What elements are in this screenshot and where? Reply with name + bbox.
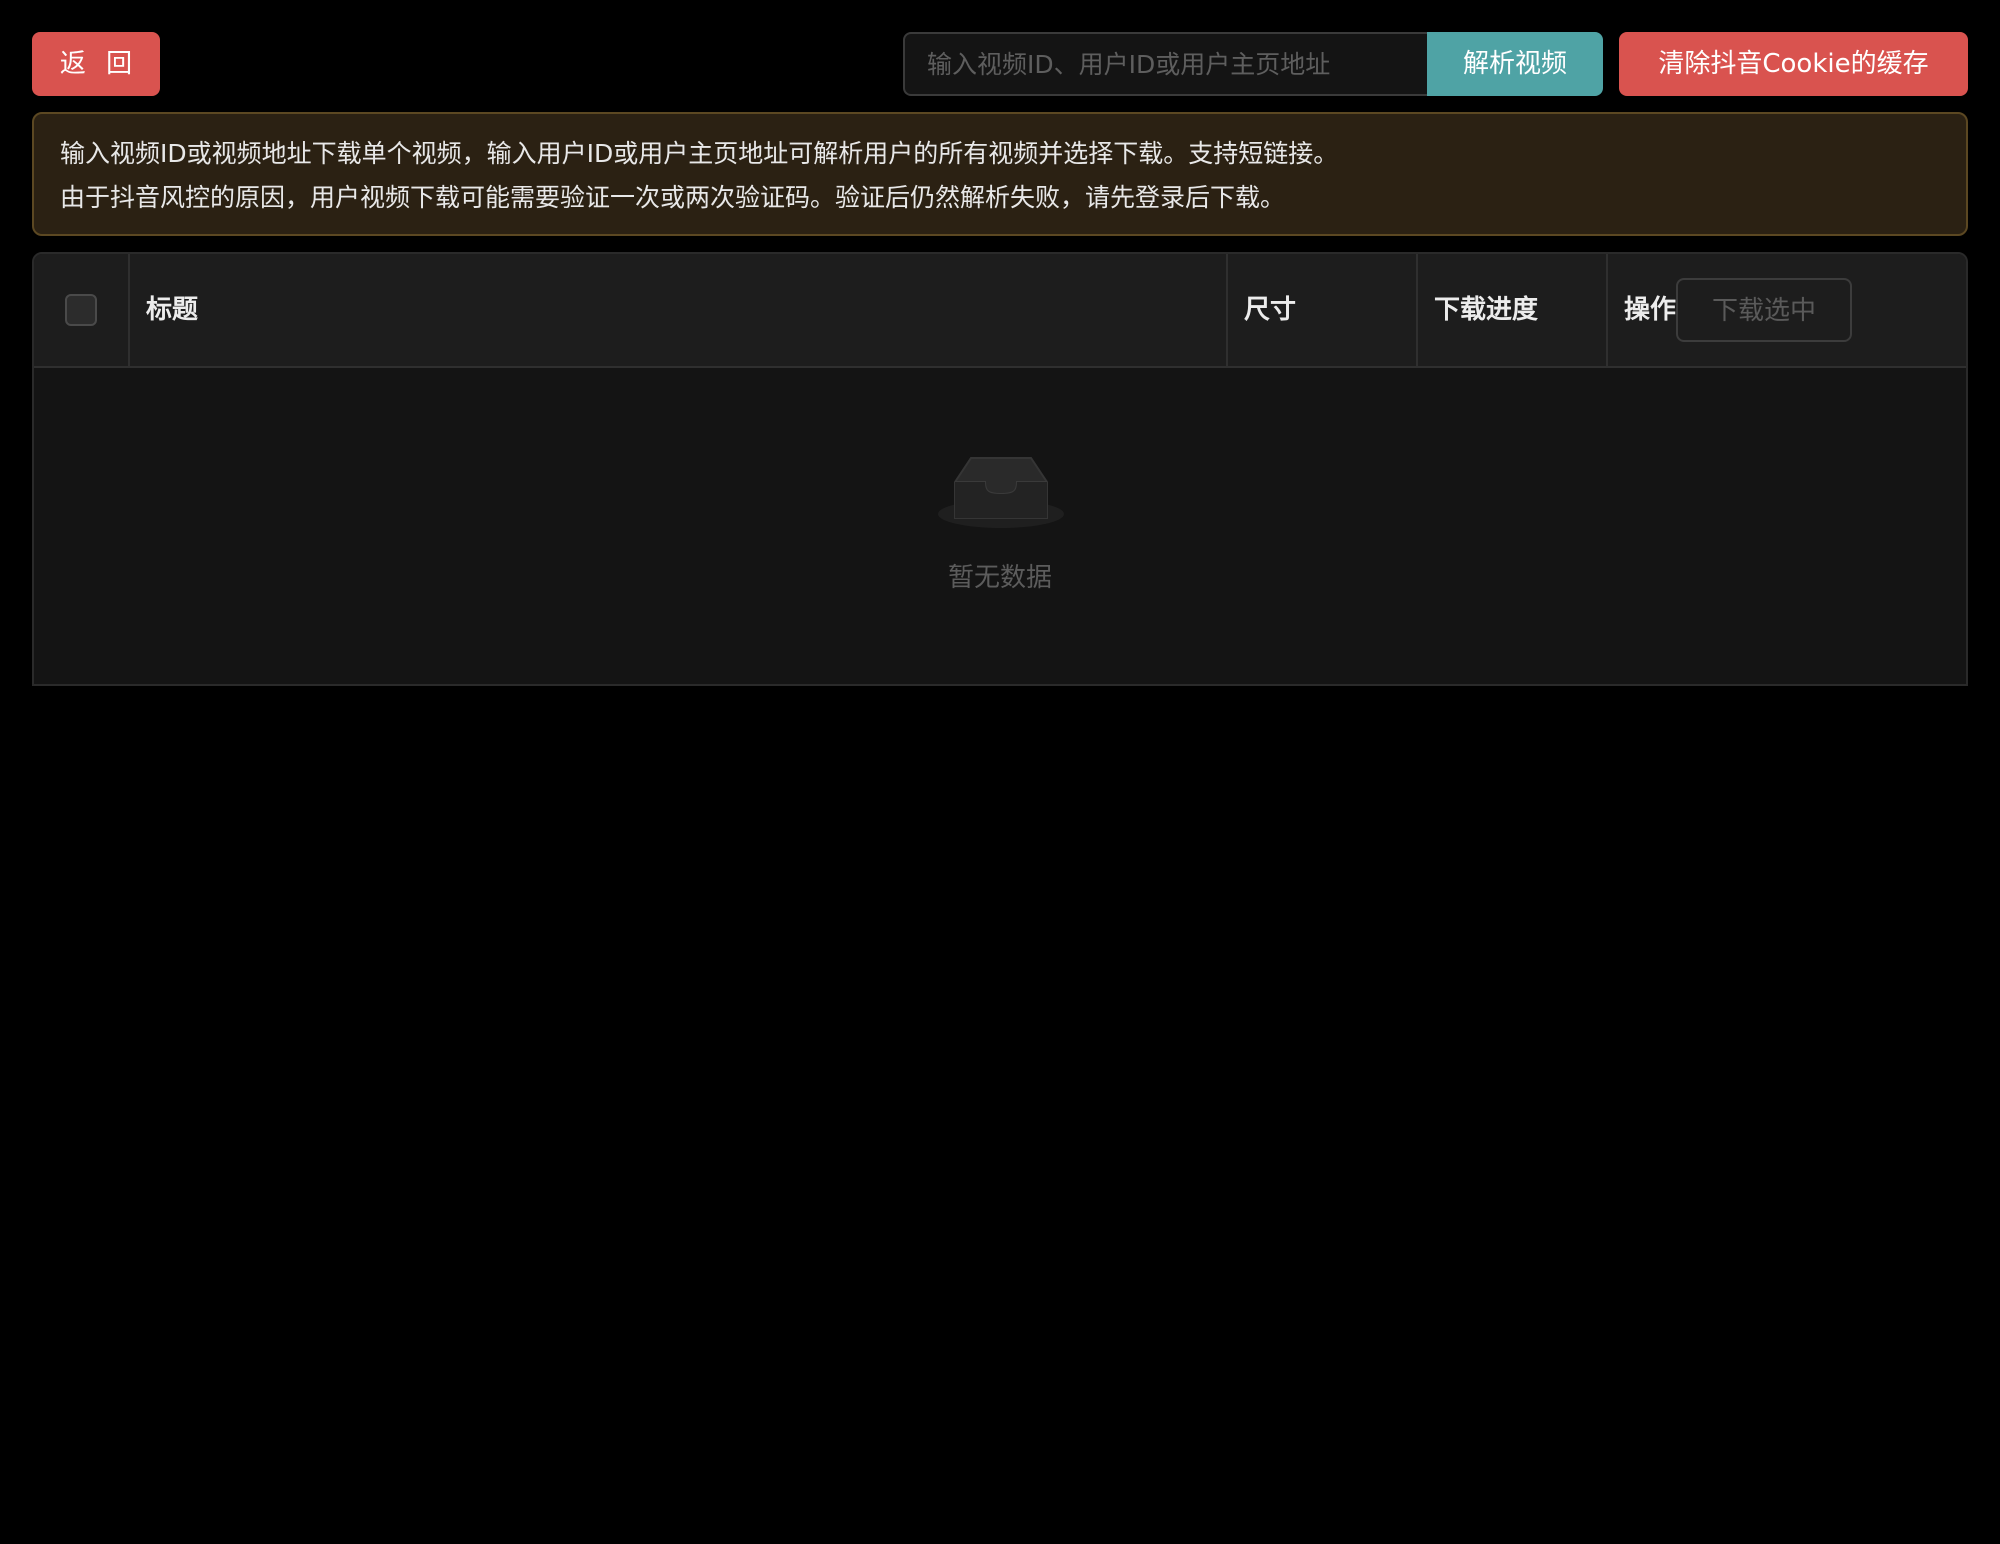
empty-state: 暂无数据 — [34, 368, 1966, 684]
parse-video-button[interactable]: 解析视频 — [1427, 32, 1603, 96]
column-header-progress: 下载进度 — [1416, 254, 1606, 366]
video-table: 标题 尺寸 下载进度 操作 下载选中 暂无数据 — [32, 252, 1968, 686]
notice-line-2: 由于抖音风控的原因，用户视频下载可能需要验证一次或两次验证码。验证后仍然解析失败… — [60, 183, 1286, 212]
column-header-action: 操作 下载选中 — [1606, 254, 1966, 366]
column-header-size: 尺寸 — [1226, 254, 1416, 366]
download-selected-button[interactable]: 下载选中 — [1676, 278, 1852, 342]
column-header-title: 标题 — [128, 254, 1226, 366]
empty-inbox-icon — [938, 457, 1064, 528]
empty-text: 暂无数据 — [947, 563, 1052, 593]
page: 返 回 解析视频 清除抖音Cookie的缓存 输入视频ID或视频地址下载单个视频… — [0, 0, 2000, 1544]
clear-cookie-cache-button[interactable]: 清除抖音Cookie的缓存 — [1619, 32, 1968, 96]
header-select-cell — [34, 254, 128, 366]
notice-box: 输入视频ID或视频地址下载单个视频，输入用户ID或用户主页地址可解析用户的所有视… — [32, 112, 1968, 236]
search-group: 解析视频 — [903, 32, 1603, 96]
search-input[interactable] — [903, 32, 1427, 96]
column-header-action-label: 操作 — [1624, 295, 1677, 325]
notice-line-1: 输入视频ID或视频地址下载单个视频，输入用户ID或用户主页地址可解析用户的所有视… — [60, 139, 1339, 168]
back-button[interactable]: 返 回 — [32, 32, 160, 96]
table-header: 标题 尺寸 下载进度 操作 下载选中 — [34, 254, 1966, 368]
toolbar: 返 回 解析视频 清除抖音Cookie的缓存 — [32, 32, 1968, 96]
select-all-checkbox[interactable] — [65, 294, 97, 326]
